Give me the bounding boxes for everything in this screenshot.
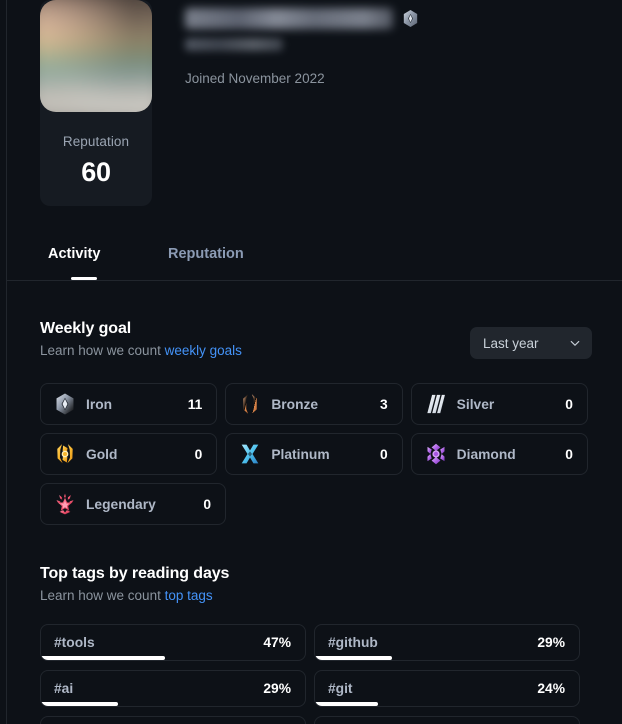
badge-card-gold[interactable]: Gold 0 bbox=[40, 433, 218, 475]
badge-count: 11 bbox=[187, 396, 203, 412]
badge-grid: Iron 11 Bronze 3 Silver 0 Gold 0 Platinu… bbox=[40, 383, 588, 533]
top-tags-title: Top tags by reading days bbox=[40, 565, 230, 582]
tab-reputation[interactable]: Reputation bbox=[168, 246, 244, 262]
bronze-badge-icon bbox=[239, 393, 261, 415]
badge-card-platinum[interactable]: Platinum 0 bbox=[225, 433, 403, 475]
gold-badge-icon bbox=[54, 443, 76, 465]
tag-progress-fill bbox=[315, 656, 392, 660]
tag-progress-fill bbox=[41, 702, 118, 706]
tag-card-next[interactable] bbox=[40, 716, 306, 724]
tag-card-ai[interactable]: #ai 29% bbox=[40, 670, 306, 707]
tag-percent: 47% bbox=[263, 635, 291, 650]
top-tags-subtitle: Learn how we count top tags bbox=[40, 588, 229, 603]
weekly-goal-title: Weekly goal bbox=[40, 320, 132, 337]
identity-block: Joined November 2022 bbox=[185, 8, 612, 86]
avatar-image-blurred bbox=[40, 0, 152, 112]
avatar[interactable] bbox=[40, 0, 152, 112]
top-tags-subtitle-text: Learn how we count bbox=[40, 588, 165, 603]
badge-row: Iron 11 Bronze 3 Silver 0 bbox=[40, 383, 588, 425]
badge-card-silver[interactable]: Silver 0 bbox=[410, 383, 588, 425]
tag-percent: 24% bbox=[537, 681, 565, 696]
profile-tabs: Activity Reputation bbox=[7, 232, 622, 281]
display-name-redacted bbox=[185, 8, 393, 29]
weekly-goal-subtitle: Learn how we count weekly goals bbox=[40, 343, 242, 358]
tab-active-indicator bbox=[71, 277, 97, 280]
diamond-badge-icon bbox=[425, 443, 447, 465]
iron-badge-icon bbox=[54, 393, 76, 415]
badge-card-legendary[interactable]: Legendary 0 bbox=[40, 483, 226, 525]
iron-badge-icon bbox=[403, 10, 418, 27]
tag-card-tools[interactable]: #tools 47% bbox=[40, 624, 306, 661]
badge-row: Legendary 0 bbox=[40, 483, 588, 525]
badge-name: Diamond bbox=[456, 446, 516, 462]
top-tags-header: Top tags by reading days Learn how we co… bbox=[40, 565, 229, 603]
tag-percent: 29% bbox=[263, 681, 291, 696]
tag-progress-track bbox=[315, 656, 579, 660]
tag-progress-fill bbox=[315, 702, 379, 706]
badge-name: Silver bbox=[456, 396, 495, 412]
badge-count: 0 bbox=[565, 446, 573, 462]
joined-date: Joined November 2022 bbox=[185, 71, 325, 86]
username-redacted bbox=[185, 38, 283, 51]
tag-name: #ai bbox=[54, 681, 74, 696]
chevron-down-icon bbox=[569, 337, 581, 349]
tag-progress-track bbox=[41, 656, 305, 660]
tag-row: #ai 29% #git 24% bbox=[40, 670, 588, 707]
tag-row: #tools 47% #github 29% bbox=[40, 624, 588, 661]
badge-name: Platinum bbox=[271, 446, 330, 462]
period-select-value: Last year bbox=[483, 335, 539, 351]
profile-header: Reputation 60 Joined November 2022 bbox=[40, 0, 622, 210]
tag-name: #git bbox=[328, 681, 353, 696]
tag-row-partial bbox=[40, 716, 588, 724]
left-rail-divider bbox=[6, 0, 7, 724]
badge-card-iron[interactable]: Iron 11 bbox=[40, 383, 218, 425]
tag-card-next[interactable] bbox=[314, 716, 580, 724]
profile-page: Reputation 60 Joined November 2022 Activ… bbox=[0, 0, 622, 724]
tag-name: #github bbox=[328, 635, 378, 650]
badge-card-diamond[interactable]: Diamond 0 bbox=[410, 433, 588, 475]
badge-name: Legendary bbox=[86, 496, 156, 512]
tag-progress-fill bbox=[41, 656, 166, 660]
weekly-goal-header: Weekly goal Learn how we count weekly go… bbox=[40, 320, 242, 358]
reputation-card: Reputation 60 bbox=[40, 0, 152, 206]
badge-row: Gold 0 Platinum 0 Diamond 0 bbox=[40, 433, 588, 475]
badge-name: Iron bbox=[86, 396, 113, 412]
badge-name: Gold bbox=[86, 446, 118, 462]
weekly-goal-subtitle-text: Learn how we count bbox=[40, 343, 165, 358]
tag-name: #tools bbox=[54, 635, 95, 650]
period-select[interactable]: Last year bbox=[470, 327, 592, 359]
tag-percent: 29% bbox=[537, 635, 565, 650]
silver-badge-icon bbox=[425, 393, 447, 415]
badge-card-bronze[interactable]: Bronze 3 bbox=[225, 383, 403, 425]
display-name-row bbox=[185, 8, 612, 29]
badge-count: 0 bbox=[565, 396, 573, 412]
tag-card-github[interactable]: #github 29% bbox=[314, 624, 580, 661]
reputation-value: 60 bbox=[81, 157, 111, 187]
legendary-badge-icon bbox=[54, 493, 76, 515]
tab-activity[interactable]: Activity bbox=[48, 246, 100, 262]
platinum-badge-icon bbox=[239, 443, 261, 465]
badge-name: Bronze bbox=[271, 396, 319, 412]
weekly-goals-link[interactable]: weekly goals bbox=[165, 343, 242, 358]
badge-count: 0 bbox=[194, 446, 203, 462]
top-tags-grid: #tools 47% #github 29% #ai 29% #git 24% bbox=[40, 624, 588, 724]
tag-progress-track bbox=[315, 702, 579, 706]
badge-count: 0 bbox=[379, 446, 388, 462]
badge-count: 0 bbox=[203, 496, 211, 512]
reputation-label: Reputation bbox=[62, 134, 130, 149]
tag-card-git[interactable]: #git 24% bbox=[314, 670, 580, 707]
top-tags-link[interactable]: top tags bbox=[165, 588, 213, 603]
badge-count: 3 bbox=[379, 396, 388, 412]
tag-progress-track bbox=[41, 702, 305, 706]
